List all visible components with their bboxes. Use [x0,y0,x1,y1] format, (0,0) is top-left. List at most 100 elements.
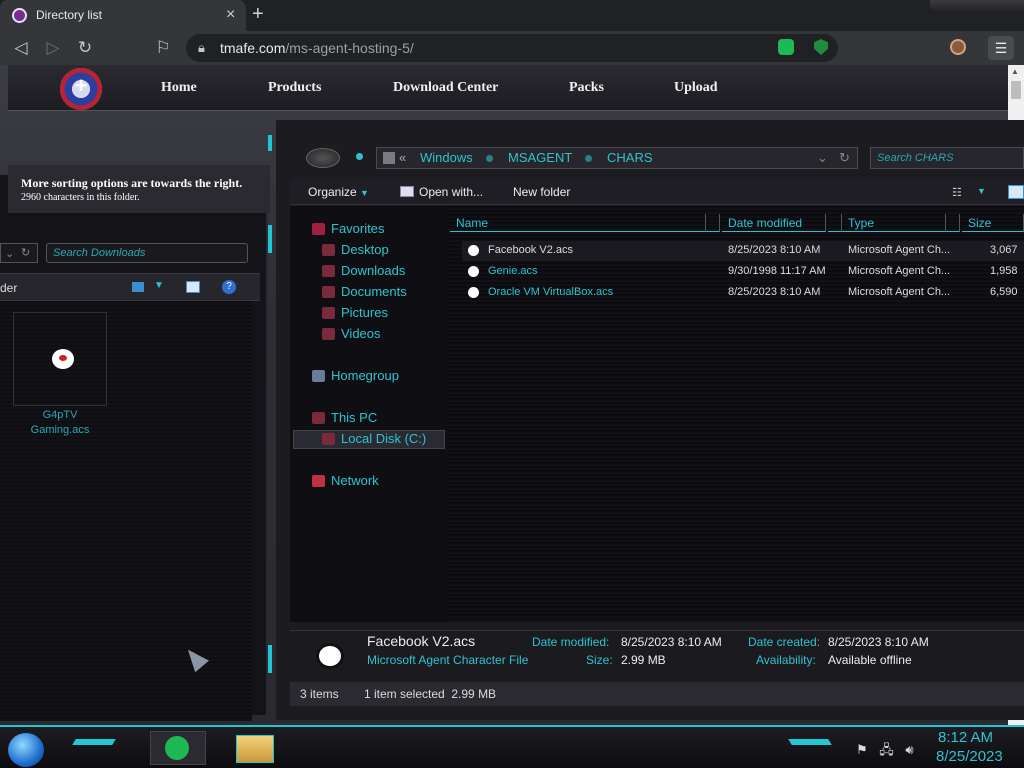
breadcrumb-windows[interactable]: Windows [420,150,473,165]
web-page: + Home Products Download Center Packs Up… [0,65,1024,725]
network-tray-icon[interactable]: 🖧︎ [879,742,894,757]
chevron-down-icon[interactable]: ⌄ [817,150,828,166]
nav-home[interactable]: Home [161,80,197,96]
breadcrumb-separator[interactable] [486,155,493,162]
refresh-icon[interactable]: ↻ [21,246,30,259]
back-icon[interactable]: ◁ [10,37,32,59]
new-folder-button[interactable]: New folder [513,185,570,199]
main-explorer-window: « Windows MSAGENT CHARS ⌄ ↻ Search CHARS… [276,120,1024,720]
preview-pane-icon[interactable] [1008,185,1024,199]
taskbar-accent [788,739,832,745]
help-icon[interactable]: ? [222,280,236,294]
documents-icon [322,286,335,298]
url-text[interactable]: tmafe.com/ms-agent-hosting-5/ [220,40,414,56]
breadcrumb-chars[interactable]: CHARS [607,150,653,165]
lock-icon[interactable]: 🔒︎ [198,40,205,56]
preview-pane-icon[interactable] [186,281,200,293]
file-type: Microsoft Agent Ch... [848,265,951,277]
breadcrumb[interactable]: « Windows MSAGENT CHARS ⌄ ↻ [376,147,858,169]
nav-network[interactable]: Network [331,473,379,488]
profile-avatar[interactable] [950,39,966,55]
address-bar[interactable]: 🔒︎ tmafe.com/ms-agent-hosting-5/ [186,34,838,62]
organize-button[interactable]: Organize ▼ [308,185,369,199]
recent-locations-icon[interactable] [356,153,363,160]
videos-icon [322,328,335,340]
view-options-icon[interactable]: ☷ [952,186,962,199]
spotify-extension-icon[interactable] [778,39,794,55]
volume-icon[interactable]: 🔊︎ [905,742,913,757]
column-type[interactable]: Type [842,214,946,232]
new-tab-button[interactable]: + [252,3,264,26]
file-name: Oracle VM VirtualBox.acs [488,286,614,298]
view-dropdown-icon[interactable]: ▼ [977,186,986,196]
nav-videos[interactable]: Videos [341,326,381,341]
taskbar-app-spotify[interactable] [150,731,206,765]
table-row[interactable]: Genie.acs 9/30/1998 11:17 AM Microsoft A… [462,262,1024,282]
nav-this-pc[interactable]: This PC [331,410,377,425]
chevron-down-icon: ▼ [360,188,369,198]
nav-local-disk[interactable]: Local Disk (C:) [341,431,426,446]
nav-products[interactable]: Products [268,80,321,96]
clock-time[interactable]: 8:12 AM [938,729,993,746]
nav-download-center[interactable]: Download Center [393,80,498,96]
site-logo[interactable]: + [60,68,102,110]
agent-character-icon [316,643,344,669]
detail-date-modified: 8/25/2023 8:10 AM [621,635,722,649]
left-nav-buttons[interactable]: ⌄ ↻ [0,243,38,263]
detail-file-name: Facebook V2.acs [367,633,476,649]
browser-toolbar: ◁ ▷ ↻ ⚐ 🔒︎ tmafe.com/ms-agent-hosting-5/… [0,31,1024,65]
nav-desktop[interactable]: Desktop [341,242,389,257]
detail-date-created: 8/25/2023 8:10 AM [828,635,929,649]
left-search-input[interactable]: Search Downloads [46,243,248,263]
taskbar-app-file-explorer[interactable] [236,735,274,763]
bookmark-icon[interactable]: ⚐ [152,37,174,59]
column-divider[interactable] [706,214,720,232]
table-row[interactable]: Oracle VM VirtualBox.acs 8/25/2023 8:10 … [462,283,1024,303]
organize-label: Organize [308,185,357,199]
column-divider[interactable] [946,214,960,232]
breadcrumb-separator[interactable] [585,155,592,162]
nav-downloads[interactable]: Downloads [341,263,405,278]
view-dropdown-icon[interactable]: ▼ [154,280,164,291]
reload-icon[interactable]: ↻ [74,37,96,59]
nav-homegroup[interactable]: Homegroup [331,368,399,383]
clock-date[interactable]: 8/25/2023 [936,748,1003,765]
search-input[interactable]: Search CHARS [870,147,1024,169]
back-orb-icon[interactable] [306,148,340,168]
chevron-left-icon[interactable]: ⌄ [5,247,14,260]
forward-icon[interactable]: ▷ [42,37,64,59]
nav-upload[interactable]: Upload [674,80,718,96]
url-host: tmafe.com [220,40,286,56]
column-size[interactable]: Size [962,214,1024,232]
scroll-up-icon[interactable]: ▲ [1011,67,1019,76]
system-tray: ⚑ 🖧︎ 🔊︎ [856,741,914,763]
file-item-g4ptv[interactable] [13,312,107,406]
column-date-modified[interactable]: Date modified [722,214,826,232]
refresh-icon[interactable]: ↻ [839,150,850,166]
scroll-thumb[interactable] [1011,81,1021,99]
table-row[interactable]: Facebook V2.acs 8/25/2023 8:10 AM Micros… [462,241,1024,261]
breadcrumb-msagent[interactable]: MSAGENT [508,150,572,165]
status-item-count: 3 items [300,687,339,701]
window-controls[interactable] [930,0,1024,12]
browser-tab[interactable]: Directory list × [0,0,246,31]
column-divider[interactable] [828,214,842,232]
nav-packs[interactable]: Packs [569,80,604,96]
status-selection: 1 item selected 2.99 MB [364,687,497,701]
nav-favorites[interactable]: Favorites [331,221,384,236]
action-center-flag-icon[interactable]: ⚑ [856,742,868,757]
open-with-button[interactable]: Open with... [419,185,483,199]
browser-menu-icon[interactable]: ☰ [988,36,1014,60]
breadcrumb-prefix[interactable]: « [399,150,406,165]
start-button[interactable] [8,733,44,767]
folder-icon [383,152,395,164]
nav-documents[interactable]: Documents [341,284,407,299]
agent-nose-icon [59,355,67,361]
column-name[interactable]: Name [450,214,706,232]
close-tab-icon[interactable]: × [226,6,235,24]
view-icon[interactable] [132,282,144,292]
tooltip-line-1: More sorting options are towards the rig… [21,176,243,190]
detail-date-modified-label: Date modified: [532,635,610,649]
nav-pictures[interactable]: Pictures [341,305,388,320]
file-label-g4ptv[interactable]: G4pTV Gaming.acs [13,408,107,438]
